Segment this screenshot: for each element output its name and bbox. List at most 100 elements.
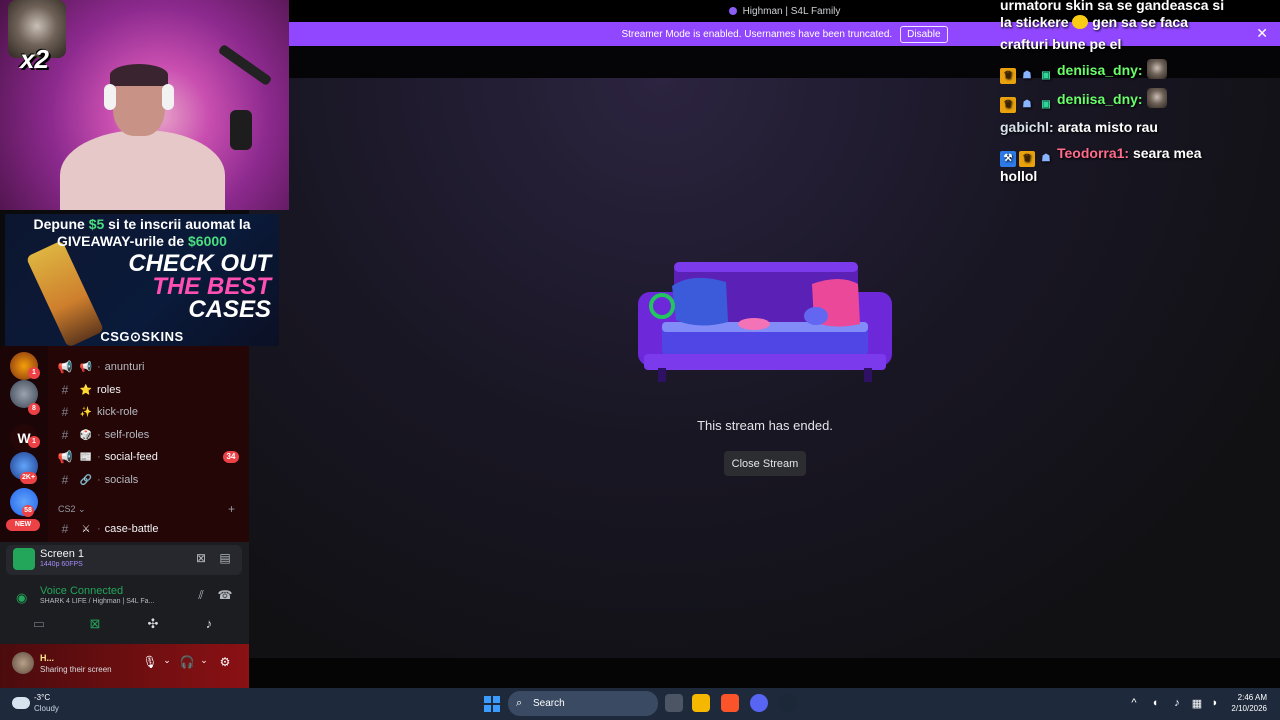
- avatar[interactable]: [12, 652, 34, 674]
- hash-icon: #: [61, 428, 69, 442]
- cloud-icon[interactable]: [12, 697, 30, 709]
- microphone-icon[interactable]: ♪: [1170, 697, 1184, 709]
- channel-emoji: ✨: [79, 406, 93, 418]
- gamepad-blue-icon: [804, 307, 828, 325]
- sponsor-ad: Depune $5 si te inscrii auomat la GIVEAW…: [5, 214, 279, 346]
- chat-message: gabichl: arata misto rau: [1000, 116, 1270, 138]
- separator-dot: ·: [97, 429, 101, 441]
- chevron-down-icon[interactable]: ⌄: [158, 655, 176, 673]
- screen-share-icon[interactable]: ⊠: [86, 616, 104, 634]
- channel-social-feed[interactable]: 📢 📰 · social-feed: [56, 447, 158, 467]
- noise-suppression-icon[interactable]: ⫽: [193, 588, 209, 604]
- chat-message-top-3: crafturi bune pe el: [1000, 36, 1122, 52]
- gift-icon: ▣: [1041, 70, 1051, 81]
- stop-stream-icon[interactable]: ⊠: [194, 551, 208, 565]
- ad-line-1: Depune $5 si te inscrii auomat la: [5, 216, 279, 232]
- steam-icon[interactable]: [779, 694, 797, 712]
- couch-back-highlight: [674, 262, 858, 272]
- chat-username: deniisa_dny:: [1057, 62, 1143, 78]
- chat-message: ♛ ☗ ▣ deniisa_dny:: [1000, 88, 1270, 113]
- file-explorer-icon[interactable]: [692, 694, 710, 712]
- activities-icon[interactable]: ✣: [144, 616, 162, 634]
- monkey-emote: [1146, 88, 1167, 108]
- headphones-icon[interactable]: 🎧: [178, 655, 196, 673]
- add-channel-icon[interactable]: +: [228, 502, 235, 516]
- gear-icon[interactable]: ⚙: [216, 655, 234, 673]
- server-badge-4: 2K+: [20, 472, 38, 484]
- window-title: Highman | S4L Family: [742, 5, 841, 17]
- channel-emoji: 🎲: [79, 429, 93, 441]
- camera-off-icon[interactable]: ▭: [30, 616, 48, 634]
- app-icon: [728, 7, 737, 15]
- channel-self-roles[interactable]: # 🎲 · self-roles: [56, 425, 150, 445]
- chat-text: seara mea: [1132, 145, 1202, 161]
- channel-emoji: ⚔: [81, 523, 91, 535]
- windows-start-icon[interactable]: [484, 696, 500, 712]
- ad-brand: CSG⊙SKINS: [100, 329, 184, 344]
- banner-text: Streamer Mode is enabled. Usernames have…: [621, 28, 893, 40]
- taskbar-search-label: Search: [533, 698, 565, 709]
- headset-left: [104, 84, 116, 110]
- clock-date[interactable]: 2/10/2026: [1225, 704, 1267, 713]
- channel-label: kick-role: [97, 406, 138, 418]
- streamer-body: [60, 130, 225, 210]
- ad-cta-1: CHECK OUT: [128, 250, 271, 277]
- task-view-icon[interactable]: [665, 694, 683, 712]
- channel-label: case-battle: [104, 523, 159, 535]
- brave-browser-icon[interactable]: [721, 694, 739, 712]
- speaker-icon[interactable]: ◖: [1148, 697, 1162, 709]
- announcement-icon: 📢: [57, 360, 73, 374]
- ad-line-1-amount: $5: [88, 216, 105, 232]
- chat-username: Teodorra1:: [1057, 145, 1130, 161]
- channel-socials[interactable]: # 🔗 · socials: [56, 470, 139, 490]
- taskbar-search[interactable]: [508, 691, 658, 716]
- chat-message-continued: hollol: [1000, 168, 1038, 184]
- chat-username: gabichl:: [1000, 119, 1054, 135]
- ad-cta: CHECK OUT THE BEST CASES: [128, 250, 271, 323]
- network-icon[interactable]: ▦: [1190, 697, 1204, 710]
- channel-label: self-roles: [104, 429, 150, 441]
- ad-cta-3: CASES: [188, 296, 271, 323]
- category-label: CS2: [58, 504, 76, 514]
- ad-line-2-amount: $6000: [188, 233, 227, 249]
- discord-icon[interactable]: [750, 694, 768, 712]
- channel-case-battle[interactable]: # ⚔ · case-battle: [56, 519, 159, 539]
- voice-connected-title: Voice Connected: [40, 585, 124, 597]
- close-stream-button[interactable]: Close Stream: [724, 451, 806, 476]
- webcam-overlay: x2: [0, 0, 289, 210]
- volume-icon[interactable]: ◗: [1208, 697, 1222, 709]
- channel-emoji: 📢: [79, 361, 93, 373]
- couch-base: [644, 354, 886, 370]
- soundboard-icon[interactable]: ♪: [200, 616, 218, 634]
- channel-roles[interactable]: # ⭐ roles: [56, 380, 121, 400]
- disconnect-icon[interactable]: ☎: [217, 588, 233, 604]
- server-badge-1: 1: [28, 367, 40, 379]
- headset-right: [162, 84, 174, 110]
- crown-icon: ♛: [1000, 68, 1016, 84]
- disable-streamer-mode-button[interactable]: Disable: [900, 25, 948, 43]
- category-cs2[interactable]: CS2 ⌄: [58, 504, 86, 515]
- chevron-down-icon: ⌄: [78, 504, 86, 514]
- ad-cta-2: THE BEST: [152, 273, 271, 300]
- channel-label: anunturi: [104, 361, 145, 373]
- search-icon: ⌕: [516, 697, 523, 709]
- chat-text: la stickere: [1000, 14, 1069, 30]
- channel-label: social-feed: [104, 451, 158, 463]
- chevron-down-icon[interactable]: ⌄: [195, 655, 213, 673]
- chat-username: deniisa_dny:: [1057, 91, 1143, 107]
- hash-icon: #: [61, 473, 69, 487]
- stream-footer: [249, 658, 1280, 688]
- channel-anunturi[interactable]: 📢 📢 · anunturi: [56, 357, 145, 377]
- server-badge-2: 8: [28, 403, 40, 415]
- stream-settings-icon[interactable]: ▤: [218, 551, 232, 565]
- screen-share-title: Screen 1: [40, 548, 85, 560]
- chat-message-top-2: la stickere gen sa se faca: [1000, 11, 1270, 33]
- monkey-emote: [1146, 59, 1167, 79]
- chat-message: ♛ ☗ ▣ deniisa_dny:: [1000, 59, 1270, 84]
- ad-line-2: GIVEAWAY-urile de $6000: [5, 233, 279, 249]
- chevron-up-icon[interactable]: ^: [1127, 697, 1141, 709]
- channel-kick-role[interactable]: # ✨ kick-role: [56, 402, 138, 422]
- microphone-icon[interactable]: 🎙: [141, 655, 159, 673]
- app-root: This stream has ended. Close Stream High…: [0, 0, 1280, 720]
- clock-time[interactable]: 2:46 AM: [1233, 693, 1267, 702]
